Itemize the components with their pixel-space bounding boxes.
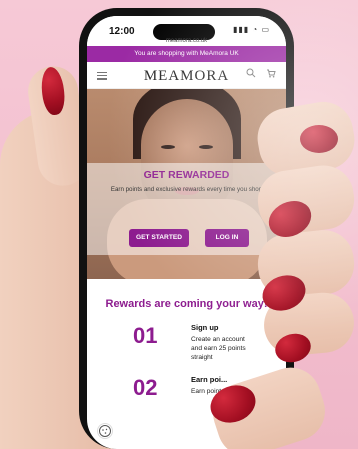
site-nav: MEAMORA [87,62,286,89]
status-icons: ▮▮▮ ◔ ▭ [232,25,270,34]
hero-banner: GET REWARDED Earn points and exclusive r… [87,89,286,279]
step-title: Earn poi... [191,375,228,384]
hero-text: Earn points and exclusive rewards every … [110,186,263,193]
photo-scene: 12:00 ▮▮▮ ◔ ▭ meamora.co.uk You are shop… [0,0,358,449]
step-number: 02 [133,375,158,400]
rewards-title: Rewards are coming your way! [105,298,268,310]
model-eye-left [161,145,175,149]
nav-icons [246,68,276,78]
step-title: Sign up [191,323,219,332]
promo-bar: You are shopping with MeAmora UK [87,46,286,62]
get-started-button[interactable]: GET STARTED [129,229,189,247]
step-1: 01 Sign up Create an account and earn 25… [87,319,286,371]
cart-icon[interactable] [266,68,276,78]
url-bar[interactable]: meamora.co.uk [87,38,286,44]
model-eye-right [199,145,213,149]
status-time: 12:00 [109,26,135,37]
nail-1 [300,125,338,153]
status-bar: 12:00 ▮▮▮ ◔ ▭ meamora.co.uk [87,16,286,46]
step-description: Create an account and earn 25 points str… [191,336,246,361]
search-icon[interactable] [246,68,256,78]
step-number: 01 [133,323,158,348]
cookie-icon[interactable] [97,423,113,439]
log-in-button[interactable]: LOG IN [205,229,249,247]
hero-title: GET REWARDED [143,169,230,181]
